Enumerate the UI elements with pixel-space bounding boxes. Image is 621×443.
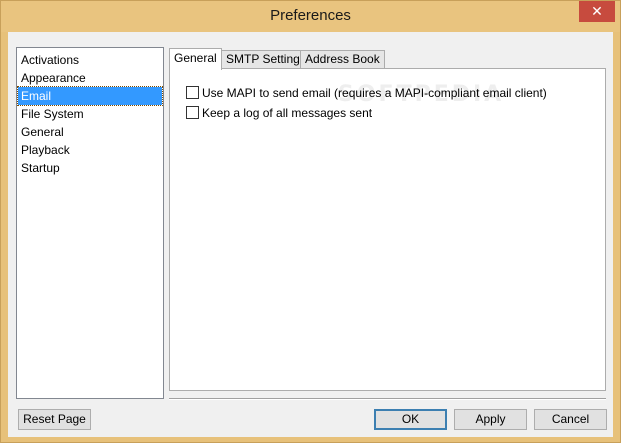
reset-page-button[interactable]: Reset Page [18, 409, 91, 430]
use-mapi-checkbox[interactable] [186, 86, 199, 99]
tab-general[interactable]: General [169, 48, 222, 70]
use-mapi-option[interactable]: Use MAPI to send email (requires a MAPI-… [186, 85, 547, 101]
keep-log-option[interactable]: Keep a log of all messages sent [186, 105, 372, 121]
preferences-window: Preferences ✕ Activations Appearance Ema… [0, 0, 621, 443]
category-item-appearance[interactable]: Appearance [18, 69, 162, 87]
category-item-file-system[interactable]: File System [18, 105, 162, 123]
divider [169, 398, 606, 400]
tab-address-book[interactable]: Address Book [300, 50, 385, 68]
close-button[interactable]: ✕ [579, 1, 615, 22]
category-item-activations[interactable]: Activations [18, 51, 162, 69]
category-item-playback[interactable]: Playback [18, 141, 162, 159]
close-icon: ✕ [591, 3, 603, 19]
cancel-button[interactable]: Cancel [534, 409, 607, 430]
category-list[interactable]: Activations Appearance Email File System… [16, 47, 164, 399]
keep-log-label: Keep a log of all messages sent [202, 106, 373, 120]
apply-button[interactable]: Apply [454, 409, 527, 430]
tab-smtp-settings[interactable]: SMTP Settings [221, 50, 311, 68]
ok-button[interactable]: OK [374, 409, 447, 430]
window-title: Preferences [270, 7, 351, 24]
category-item-startup[interactable]: Startup [18, 159, 162, 177]
category-item-general[interactable]: General [18, 123, 162, 141]
use-mapi-label: Use MAPI to send email (requires a MAPI-… [202, 86, 547, 100]
title-bar[interactable]: Preferences ✕ [1, 1, 620, 32]
category-item-email[interactable]: Email [17, 86, 163, 106]
dialog-body: Activations Appearance Email File System… [8, 32, 613, 437]
general-tab-panel: SOFTPEDIA Use MAPI to send email (requir… [169, 68, 606, 391]
keep-log-checkbox[interactable] [186, 106, 199, 119]
